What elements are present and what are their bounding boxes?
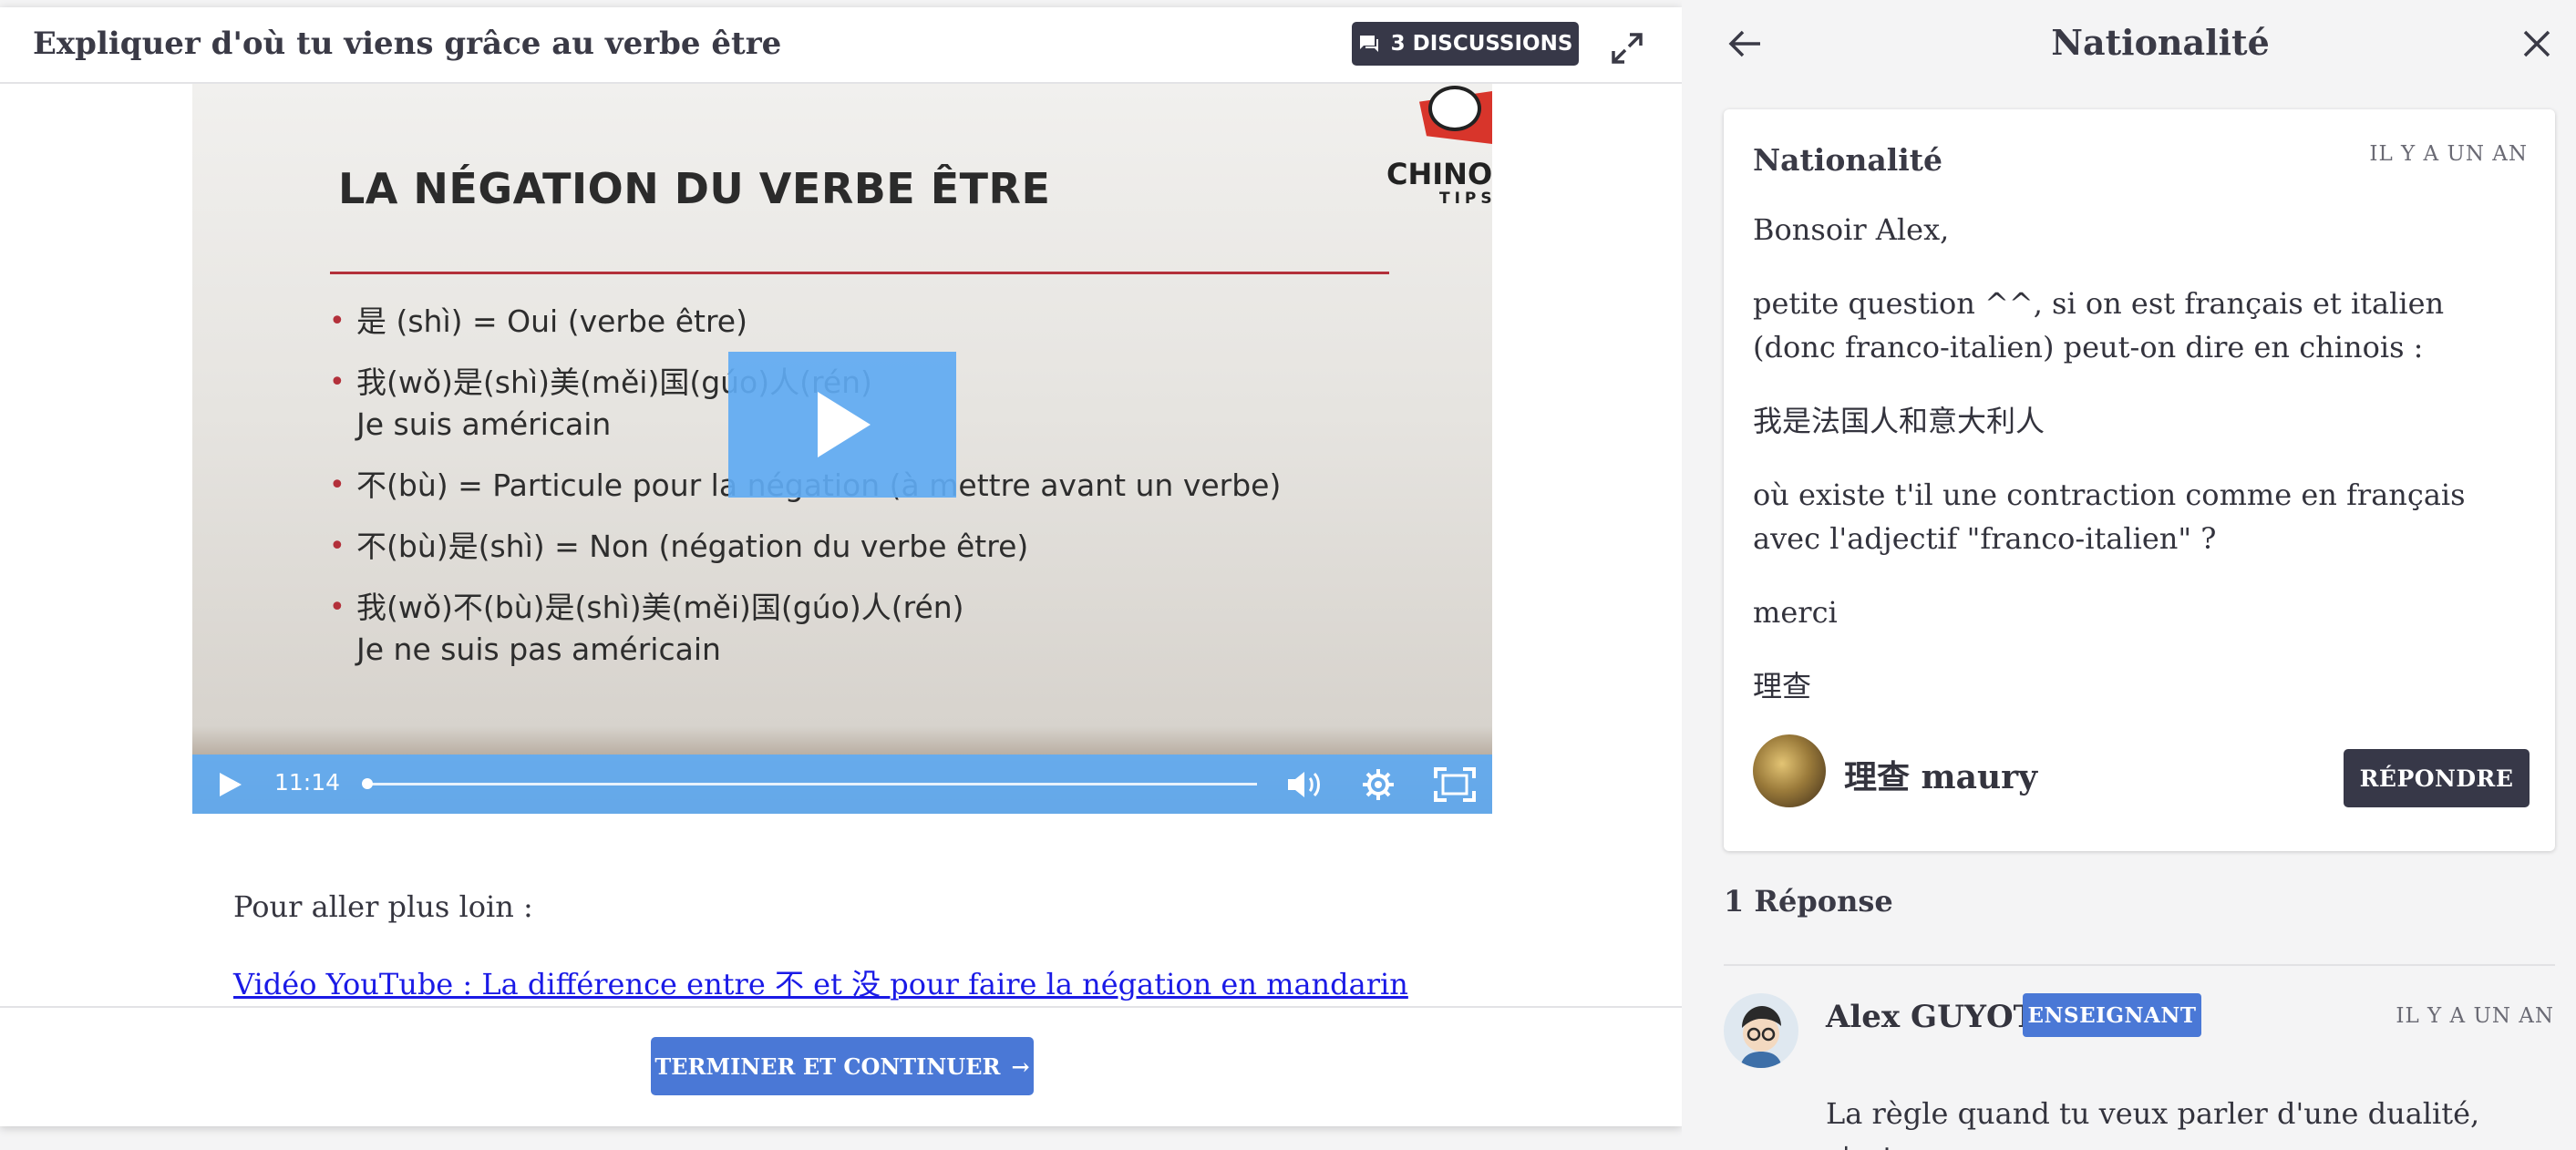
reply-time: IL Y A UN AN: [2396, 1004, 2554, 1028]
play-icon[interactable]: [218, 771, 243, 798]
slide-bullet: 不(bù)是(shì) = Non (négation du verbe êtr…: [329, 526, 1459, 568]
post-body: Bonsoir Alex, petite question ^^, si on …: [1753, 208, 2528, 738]
lesson-footer: TERMINER ET CONTINUER →: [0, 1006, 1682, 1126]
teacher-badge: ENSEIGNANT: [2023, 993, 2201, 1037]
sidebar-title: Nationalité: [2051, 22, 2270, 63]
reply-count: 1 Réponse: [1724, 884, 1893, 919]
post-paragraph: merci: [1753, 595, 1838, 630]
video-time: 11:14: [274, 769, 341, 796]
author-name: 理查 maury: [1844, 758, 2038, 796]
slide-bullet: 是 (shì) = Oui (verbe être): [329, 301, 1459, 343]
post-paragraph: 我是法国人和意大利人: [1753, 404, 2045, 438]
reply-button[interactable]: RÉPONDRE: [2344, 749, 2530, 807]
lesson-panel: Expliquer d'où tu viens grâce au verbe ê…: [0, 7, 1682, 1126]
logo-text: CHINOIS: [1386, 157, 1492, 191]
post-time: IL Y A UN AN: [2369, 142, 2528, 166]
video-player[interactable]: LA NÉGATION DU VERBE ÊTRE 是 (shì) = Oui …: [192, 84, 1492, 814]
panda-icon: [1428, 86, 1481, 131]
slide-bullet-line: 是 (shì) = Oui (verbe être): [356, 303, 747, 339]
arrow-right-icon: →: [1011, 1052, 1030, 1080]
fullscreen-icon[interactable]: [1434, 767, 1476, 802]
slide-title: LA NÉGATION DU VERBE ÊTRE: [338, 164, 1051, 213]
post-paragraph: où existe t'il une contraction comme en …: [1753, 477, 2466, 556]
finish-label: TERMINER ET CONTINUER: [654, 1052, 1001, 1080]
slide-divider: [330, 272, 1389, 274]
post-paragraph: 理查: [1753, 669, 1812, 703]
expand-icon[interactable]: [1610, 31, 1644, 66]
slide-bullet-line: 不(bù)是(shì) = Non (négation du verbe êtr…: [356, 529, 1029, 564]
close-icon[interactable]: [2520, 27, 2553, 60]
discussion-sidebar: Nationalité Nationalité IL Y A UN AN Bon…: [1682, 0, 2576, 1150]
discussions-label: 3 DISCUSSIONS: [1390, 32, 1573, 56]
divider: [1724, 964, 2555, 966]
slide-bullet-line: Je ne suis pas américain: [356, 631, 721, 667]
post-paragraph: Bonsoir Alex,: [1753, 212, 1950, 247]
post-paragraph: petite question ^^, si on est français e…: [1753, 286, 2445, 365]
volume-icon[interactable]: [1286, 769, 1323, 800]
chinois-tips-logo: CHINOIS TIPS: [1386, 84, 1492, 211]
youtube-link[interactable]: Vidéo YouTube : La différence entre 不 et…: [233, 961, 1408, 1003]
author-avatar[interactable]: [1753, 734, 1826, 807]
settings-gear-icon[interactable]: [1361, 767, 1396, 802]
lesson-header: Expliquer d'où tu viens grâce au verbe ê…: [0, 7, 1682, 84]
finish-continue-button[interactable]: TERMINER ET CONTINUER →: [651, 1037, 1034, 1095]
more-text: Pour aller plus loin :: [233, 889, 533, 924]
video-controls: 11:14: [192, 755, 1492, 814]
video-progress-track[interactable]: [366, 783, 1257, 785]
slide-bullet-line: 我(wǒ)不(bù)是(shì)美(měi)国(gúo)人(rén): [356, 590, 964, 625]
video-progress-handle[interactable]: [362, 778, 373, 789]
lesson-title: Expliquer d'où tu viens grâce au verbe ê…: [33, 26, 782, 62]
avatar-face-icon: [1740, 1006, 1782, 1068]
reply-author-name: Alex GUYOT: [1826, 999, 2036, 1035]
slide-bullet: 我(wǒ)不(bù)是(shì)美(měi)国(gúo)人(rén) Je ne …: [329, 587, 1459, 671]
discussion-post: Nationalité IL Y A UN AN Bonsoir Alex, p…: [1724, 109, 2555, 851]
post-title: Nationalité: [1753, 142, 1943, 178]
teacher-avatar[interactable]: [1724, 993, 1798, 1068]
discussions-button[interactable]: 3 DISCUSSIONS: [1352, 22, 1579, 66]
play-icon: [818, 392, 871, 457]
logo-subtext: TIPS: [1439, 190, 1492, 208]
reply-text: La règle quand tu veux parler d'une dual…: [1826, 1096, 2480, 1150]
big-play-button[interactable]: [728, 352, 956, 498]
chat-icon: [1359, 36, 1378, 52]
